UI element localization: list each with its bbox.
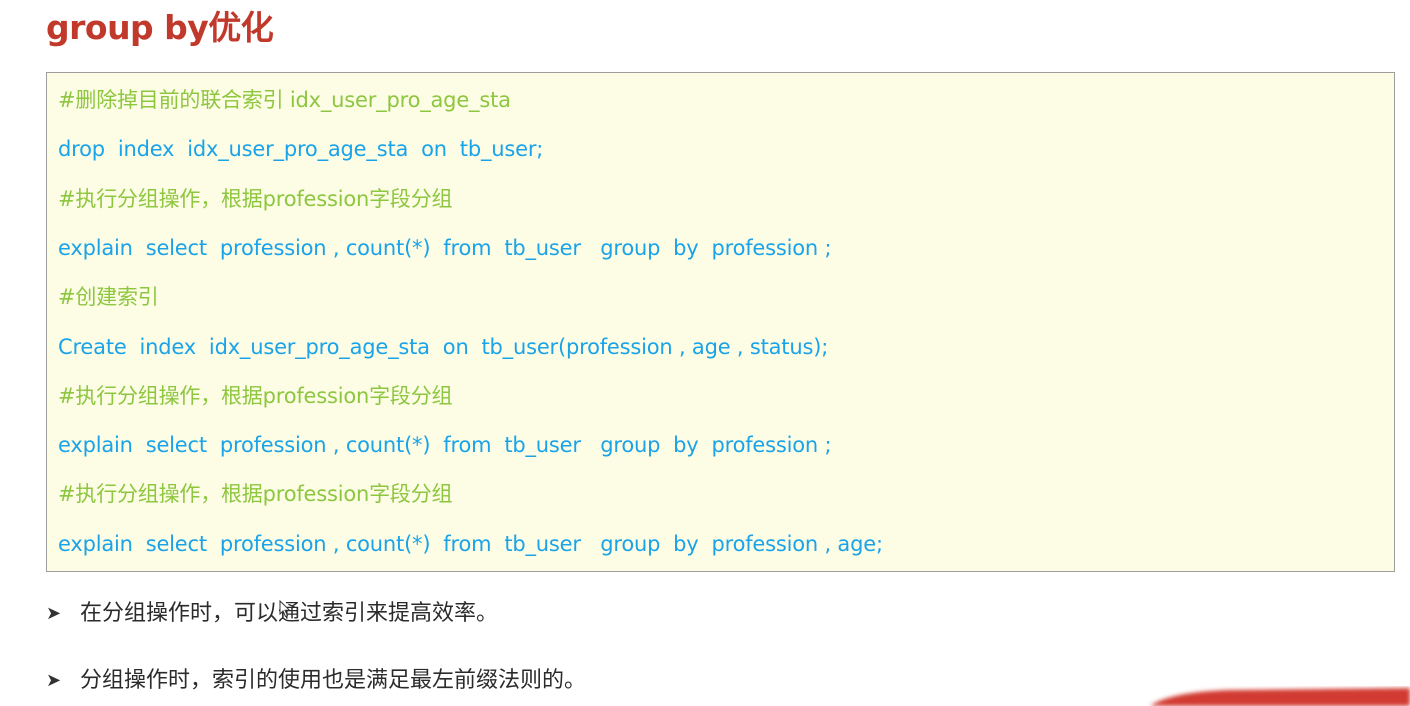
code-block: #删除掉目前的联合索引 idx_user_pro_age_stadrop ind…: [46, 72, 1395, 572]
arrow-bullet-icon: ➤: [46, 603, 62, 624]
code-comment-line: #执行分组操作，根据profession字段分组: [58, 383, 453, 408]
decorative-red-shape: [1150, 688, 1410, 706]
code-statement-line: explain select profession , count(*) fro…: [58, 235, 832, 260]
mouse-cursor-icon: [279, 600, 291, 618]
code-comment-line: #删除掉目前的联合索引 idx_user_pro_age_sta: [58, 88, 511, 112]
bullet-item-2: ➤ 分组操作时，索引的使用也是满足最左前缀法则的。: [46, 661, 586, 701]
code-comment-line: #创建索引: [58, 285, 159, 310]
code-comment-line: #执行分组操作，根据profession字段分组: [58, 186, 453, 211]
slide: group by优化 #删除掉目前的联合索引 idx_user_pro_age_…: [0, 0, 1410, 706]
code-statement-line: explain select profession , count(*) fro…: [58, 433, 832, 458]
arrow-bullet-icon: ➤: [46, 670, 62, 691]
bullet-item-1: ➤ 在分组操作时，可以通过索引来提高效率。: [46, 594, 498, 634]
code-statement-line: drop index idx_user_pro_age_sta on tb_us…: [58, 137, 544, 162]
bullet-text: 分组操作时，索引的使用也是满足最左前缀法则的。: [80, 668, 587, 693]
code-statement-line: explain select profession , count(*) fro…: [58, 531, 883, 556]
code-statement-line: Create index idx_user_pro_age_sta on tb_…: [58, 334, 829, 359]
code-comment-line: #执行分组操作，根据profession字段分组: [58, 482, 453, 507]
page-title: group by优化: [46, 8, 274, 47]
